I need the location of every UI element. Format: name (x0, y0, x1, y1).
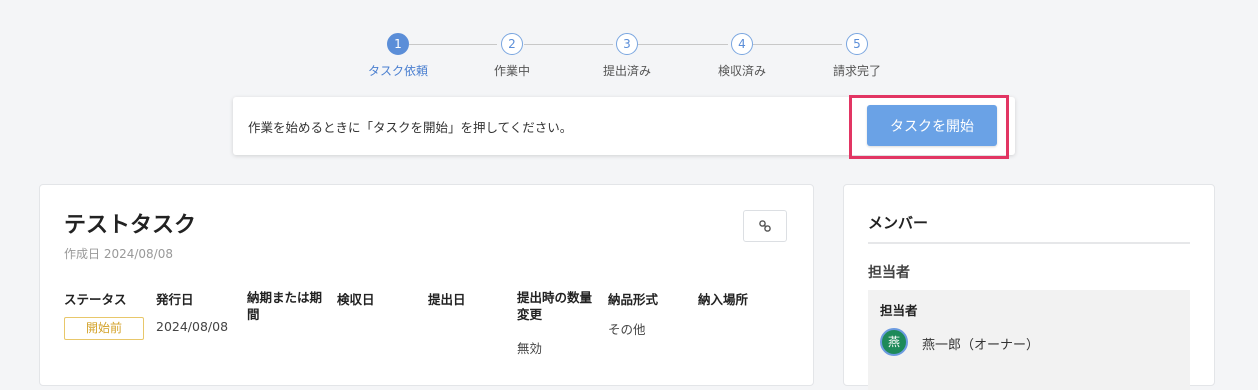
step-connector (409, 44, 497, 45)
assignee-box: 担当者 燕 燕一郎（オーナー） (868, 290, 1190, 390)
issue-date-value: 2024/08/08 (156, 319, 229, 334)
assignee-section-title: 担当者 (868, 265, 910, 281)
task-detail-card: テストタスク 作成日 2024/08/08 ステータス 発行日 納期または期 間… (39, 184, 814, 386)
step-1-label: タスク依頼 (367, 64, 429, 78)
inspection-date-header: 検収日 (337, 292, 375, 307)
qty-change-value: 無効 (517, 341, 543, 356)
deadline-header: 納期または期 間 (247, 289, 322, 323)
created-date: 作成日 2024/08/08 (64, 247, 173, 261)
step-5-label: 請求完了 (832, 64, 882, 78)
deadline-header-line1: 納期または期 (247, 290, 323, 305)
member-name: 燕一郎（オーナー） (922, 338, 1040, 353)
member-card: メンバー 担当者 担当者 燕 燕一郎（オーナー） (843, 184, 1215, 390)
step-3-label: 提出済み (602, 64, 652, 78)
step-5-circle: 5 (846, 33, 868, 55)
step-connector (638, 44, 728, 45)
step-4-circle: 4 (731, 33, 753, 55)
qty-change-header-line1: 提出時の数量 (517, 290, 593, 305)
assignee-box-header: 担当者 (880, 303, 918, 318)
delivery-format-value: その他 (608, 322, 646, 337)
step-4-label: 検収済み (717, 64, 767, 78)
qty-change-header-line2: 変更 (517, 307, 543, 322)
delivery-place-header: 納入場所 (698, 292, 749, 307)
member-divider (868, 242, 1190, 244)
copy-link-button[interactable] (743, 210, 787, 242)
step-2-label: 作業中 (493, 64, 531, 78)
status-badge: 開始前 (64, 317, 144, 340)
step-connector (524, 44, 613, 45)
progress-stepper: 1 2 3 4 5 タスク依頼 作業中 提出済み 検収済み 請求完了 (0, 0, 1258, 90)
task-title: テストタスク (64, 213, 197, 238)
delivery-format-header: 納品形式 (608, 292, 659, 307)
notice-message: 作業を始めるときに「タスクを開始」を押してください。 (248, 120, 573, 135)
qty-change-header: 提出時の数量 変更 (517, 289, 592, 323)
step-3-circle: 3 (616, 33, 638, 55)
step-2-circle: 2 (501, 33, 523, 55)
submit-date-header: 提出日 (428, 292, 466, 307)
link-icon (759, 219, 771, 232)
member-title: メンバー (868, 214, 929, 232)
deadline-header-line2: 間 (247, 307, 260, 322)
step-connector (753, 44, 842, 45)
status-header: ステータス (64, 292, 127, 307)
step-1-circle: 1 (387, 33, 409, 55)
issue-date-header: 発行日 (156, 292, 194, 307)
start-task-button[interactable]: タスクを開始 (867, 105, 997, 146)
avatar: 燕 (880, 328, 908, 356)
